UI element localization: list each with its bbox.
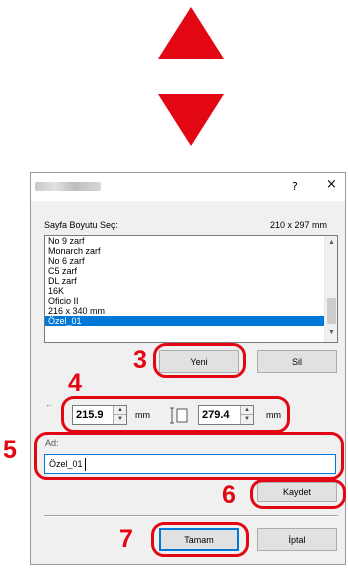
- triangle-down-icon: [158, 94, 224, 146]
- scroll-down-icon[interactable]: ▼: [328, 329, 335, 336]
- delete-button-label: Sil: [291, 356, 302, 367]
- cancel-button-label: İptal: [288, 534, 306, 545]
- divider: [44, 515, 338, 517]
- callout-ring-ok: [151, 522, 249, 557]
- callout-number-6: 6: [222, 481, 236, 509]
- callout-number-5: 5: [3, 436, 17, 464]
- dialog-title-blurred: [35, 182, 101, 191]
- list-item[interactable]: No 9 zarf: [45, 236, 325, 246]
- list-item[interactable]: DL zarf: [45, 276, 325, 286]
- callout-number-7: 7: [119, 525, 133, 553]
- callout-ring-dimensions: [61, 396, 290, 433]
- cancel-button[interactable]: İptal: [257, 528, 337, 551]
- title-bar: ? ×: [31, 173, 345, 201]
- list-item[interactable]: C5 zarf: [45, 266, 325, 276]
- page-size-list[interactable]: No 9 zarf Monarch zarf No 6 zarf C5 zarf DL …: [44, 235, 338, 343]
- help-button[interactable]: ?: [292, 180, 298, 193]
- callout-ring-new: [153, 343, 246, 378]
- list-item[interactable]: Oficio II: [45, 296, 325, 306]
- callout-ring-save: [250, 479, 346, 509]
- callout-ring-name: [34, 432, 344, 480]
- page-size-list-items: No 9 zarf Monarch zarf No 6 zarf C5 zarf DL …: [45, 236, 325, 326]
- page-size-value: 210 x 297 mm: [270, 220, 328, 230]
- width-arrow-icon: ←: [45, 400, 53, 409]
- scroll-up-icon[interactable]: ▲: [328, 239, 335, 246]
- scrollbar-thumb[interactable]: [327, 298, 336, 324]
- close-button[interactable]: ×: [326, 177, 337, 192]
- list-item[interactable]: Monarch zarf: [45, 246, 325, 256]
- triangle-up-icon: [158, 7, 224, 59]
- list-item[interactable]: 16K: [45, 286, 325, 296]
- list-item[interactable]: 216 x 340 mm: [45, 306, 325, 316]
- callout-number-3: 3: [133, 346, 147, 374]
- list-scrollbar[interactable]: ▲ ▼: [324, 236, 337, 342]
- delete-button[interactable]: Sil: [257, 350, 337, 373]
- list-item[interactable]: No 6 zarf: [45, 256, 325, 266]
- page-size-label: Sayfa Boyutu Seç:: [44, 220, 119, 230]
- list-item[interactable]: Özel_01: [45, 316, 325, 326]
- callout-number-4: 4: [68, 369, 82, 397]
